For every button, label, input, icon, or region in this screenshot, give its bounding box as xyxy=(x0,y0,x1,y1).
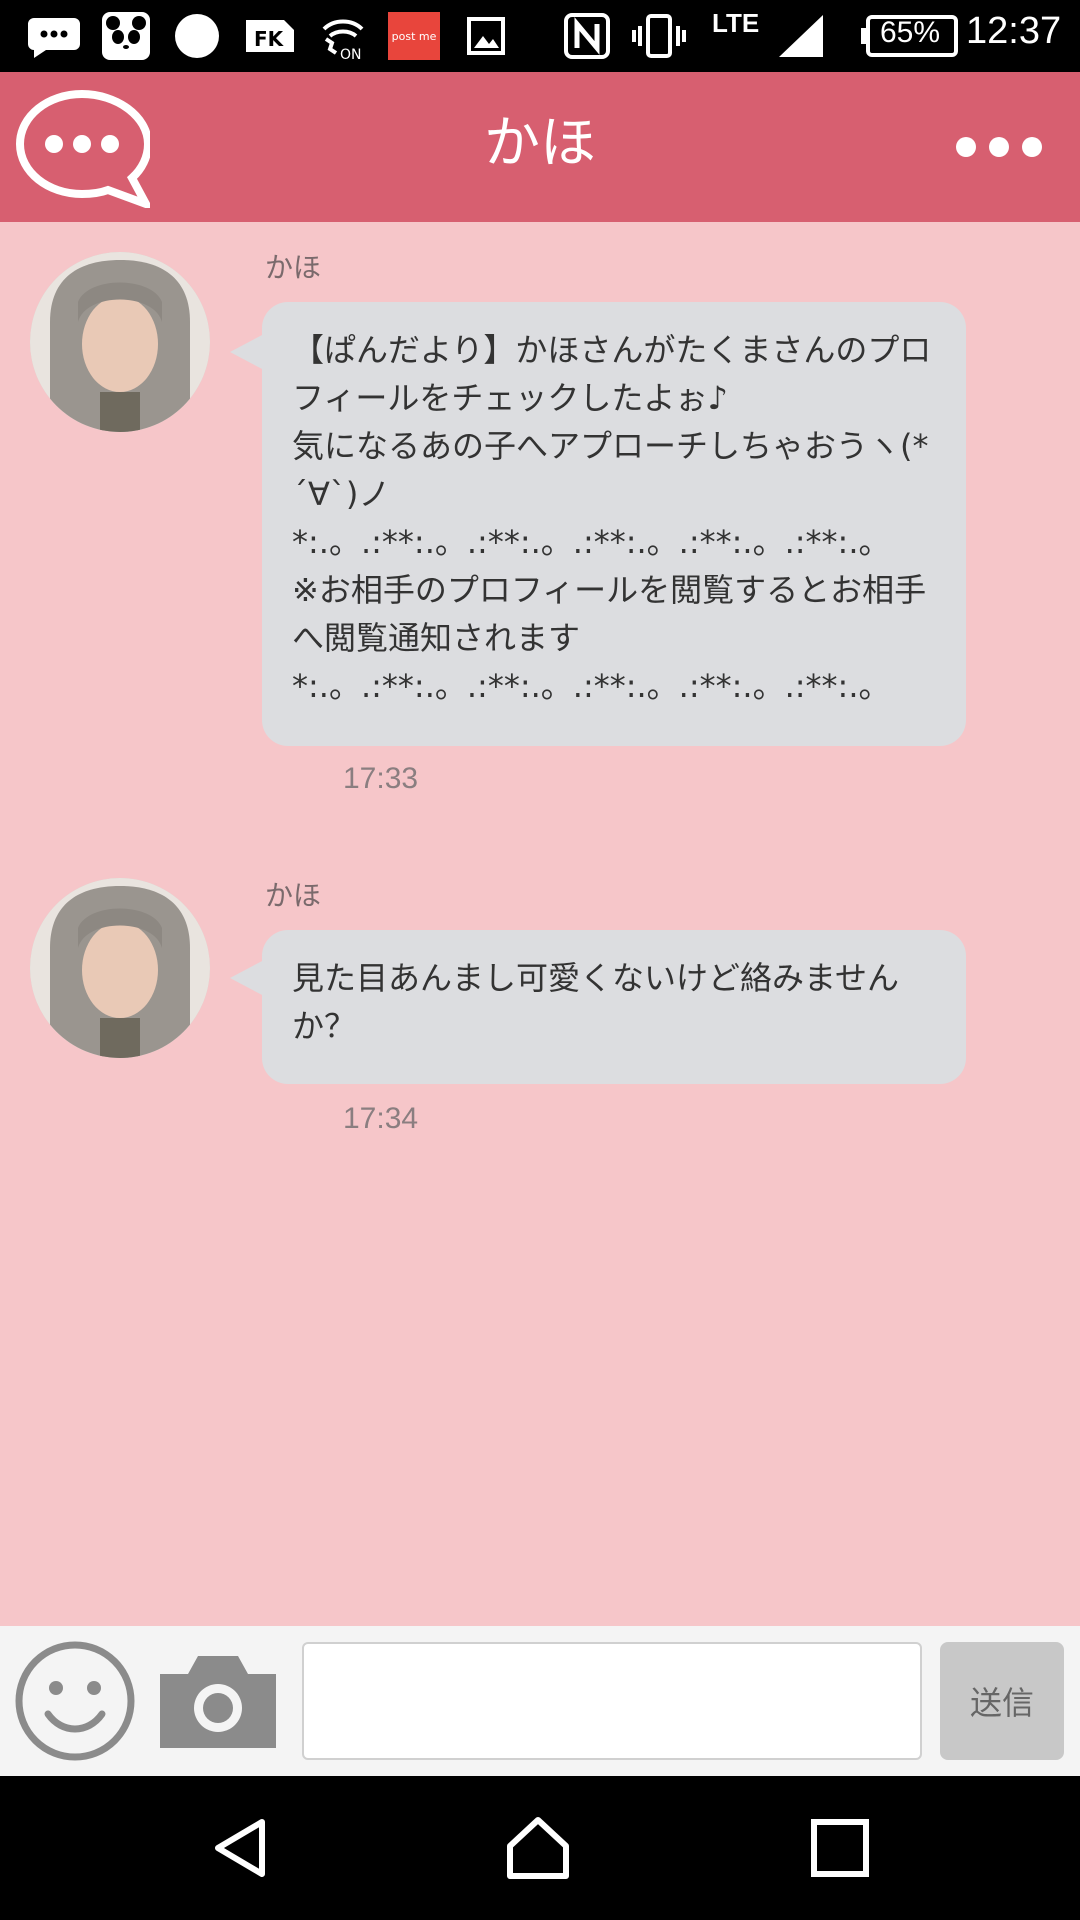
svg-text:ON: ON xyxy=(340,47,362,61)
fk-icon: FK xyxy=(244,12,296,60)
message-time: 17:33 xyxy=(343,762,419,795)
signal-icon xyxy=(776,12,826,60)
nfc-icon xyxy=(562,12,612,60)
recents-icon[interactable] xyxy=(808,1816,872,1880)
message-bubble: 見た目あんまし可愛くないけど絡みませんか？ xyxy=(262,930,966,1084)
network-type: LTE xyxy=(712,8,760,38)
navigation-bar xyxy=(0,1776,1080,1920)
postme-icon: post me xyxy=(388,12,440,60)
bubble-tail xyxy=(230,960,264,996)
wifi-calling-icon: ON xyxy=(318,12,368,61)
sender-name: かほ xyxy=(265,251,322,284)
message-bubble: 【ぱんだより】かほさんがたくまさんのプロフィールをチェックしたよぉ♪ 気になるあ… xyxy=(262,302,966,746)
chat-bubble-icon xyxy=(26,12,82,60)
send-button[interactable]: 送信 xyxy=(940,1642,1064,1760)
vibrate-icon xyxy=(630,12,688,60)
page-title: かほ xyxy=(484,111,596,176)
bubble-tail xyxy=(230,334,264,370)
camera-icon[interactable] xyxy=(156,1650,280,1750)
clock: 12:37 xyxy=(966,10,1062,52)
sender-name: かほ xyxy=(265,879,322,912)
message-input[interactable] xyxy=(302,1642,922,1760)
battery-percent: 65% xyxy=(880,16,941,49)
status-bar: FK ON post me LTE 65% 12:37 xyxy=(0,0,1080,72)
svg-text:FK: FK xyxy=(254,27,285,51)
message-input-bar: 送信 xyxy=(0,1626,1080,1776)
back-icon[interactable] xyxy=(210,1816,274,1880)
more-options-icon[interactable] xyxy=(954,132,1044,162)
home-icon[interactable] xyxy=(506,1816,570,1880)
circle-icon xyxy=(174,12,220,60)
app-header: かほ xyxy=(0,72,1080,222)
image-icon xyxy=(464,12,508,60)
avatar[interactable] xyxy=(30,878,210,1058)
battery-icon: 65% xyxy=(860,12,960,60)
smiley-icon[interactable] xyxy=(14,1640,136,1762)
panda-icon xyxy=(100,12,152,60)
message-time: 17:34 xyxy=(343,1102,419,1135)
avatar[interactable] xyxy=(30,252,210,432)
